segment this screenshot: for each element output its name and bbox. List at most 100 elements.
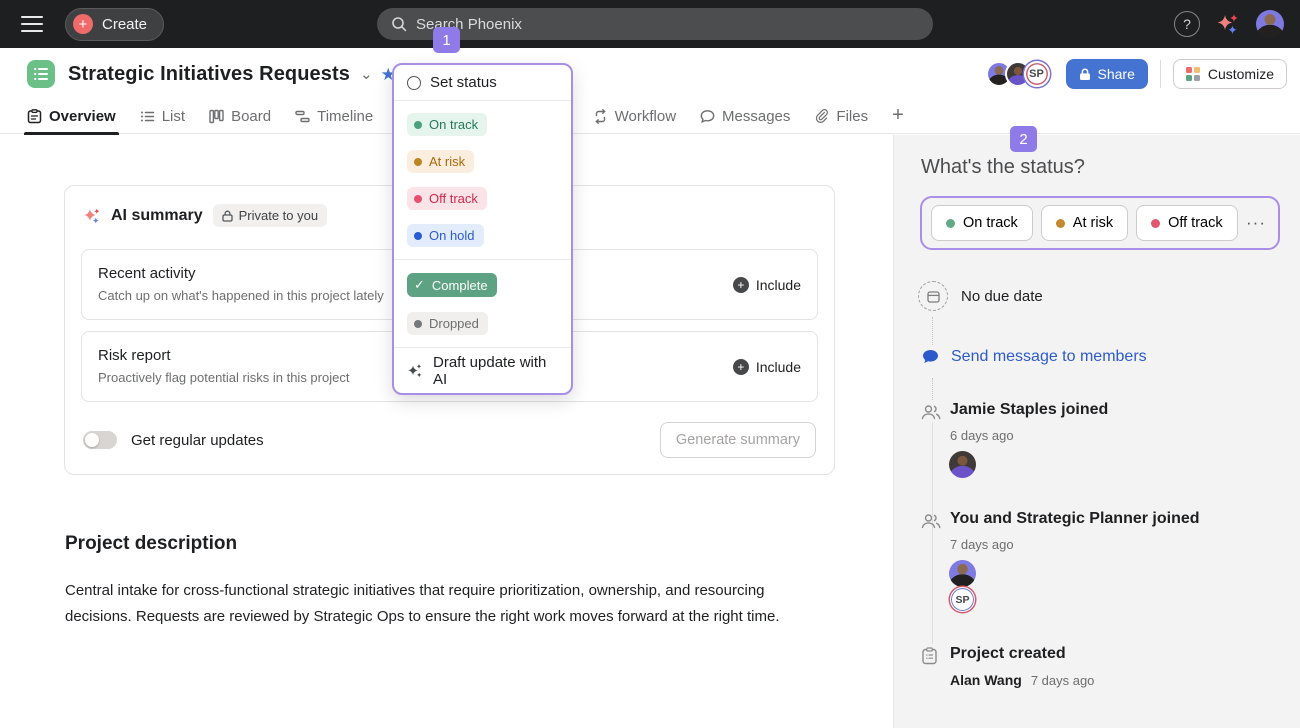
status-sidebar: What's the status? On track At risk Off … (893, 135, 1300, 728)
section-title: Recent activity (98, 265, 196, 282)
tab-list[interactable]: List (140, 100, 185, 134)
due-date-label: No due date (961, 288, 1043, 305)
tab-label: Overview (49, 108, 116, 125)
create-button[interactable]: + Create (65, 8, 164, 41)
regular-updates-toggle[interactable] (83, 431, 117, 449)
feed-item-title: Jamie Staples joined (950, 401, 1108, 419)
help-button[interactable]: ? (1174, 11, 1200, 37)
plus-circle-icon: + (733, 277, 749, 293)
timeline-line (932, 422, 933, 644)
toggle-label: Get regular updates (131, 432, 264, 449)
project-description-text[interactable]: Central intake for cross-functional stra… (65, 578, 805, 630)
dropdown-option-on-track[interactable]: On track (394, 106, 571, 143)
hint-badge-1: 1 (433, 27, 460, 53)
feed-item-time: 6 days ago (950, 428, 1014, 443)
calendar-icon[interactable] (918, 281, 948, 311)
project-icon[interactable] (27, 60, 55, 88)
dropdown-option-complete[interactable]: ✓Complete (394, 265, 571, 305)
lock-icon (1079, 68, 1091, 81)
send-message-label: Send message to members (951, 348, 1147, 366)
top-bar: + Create ? (0, 0, 1300, 48)
share-button[interactable]: Share (1066, 59, 1148, 89)
feed-item-title: You and Strategic Planner joined (950, 510, 1200, 528)
status-button-label: At risk (1073, 215, 1113, 231)
avatar[interactable]: SP (950, 587, 975, 612)
ai-sparkle-icon (83, 207, 101, 225)
option-label: Off track (429, 191, 478, 206)
check-icon: ✓ (414, 277, 425, 293)
green-dot-icon (946, 219, 955, 228)
status-at-risk-button[interactable]: At risk (1041, 205, 1128, 241)
search-input[interactable] (416, 16, 919, 33)
user-avatar[interactable] (1256, 10, 1284, 38)
add-tab-button[interactable]: + (892, 104, 904, 129)
status-options-group: On track At risk Off track ··· (920, 196, 1280, 250)
clipboard-icon (921, 647, 938, 665)
tab-overview[interactable]: Overview (27, 100, 116, 134)
ai-sparkles-icon[interactable] (1216, 12, 1240, 36)
ai-summary-title: AI summary (111, 207, 203, 225)
dropdown-option-dropped[interactable]: Dropped (394, 305, 571, 342)
feed-item-author[interactable]: Alan Wang (950, 672, 1022, 688)
plus-icon: + (73, 14, 93, 34)
status-button-label: On track (963, 215, 1018, 231)
generate-summary-button[interactable]: Generate summary (660, 422, 816, 458)
page-title: Strategic Initiatives Requests (68, 63, 350, 86)
avatar[interactable] (949, 560, 976, 587)
red-dot-icon (414, 195, 422, 203)
hamburger-menu-icon[interactable] (21, 16, 43, 32)
project-description-heading: Project description (65, 533, 237, 555)
timeline-connector (932, 378, 933, 400)
members-icon (921, 404, 941, 420)
more-options-icon[interactable]: ··· (1246, 213, 1266, 233)
customize-button-label: Customize (1208, 66, 1274, 82)
tab-board[interactable]: Board (209, 100, 271, 134)
set-status-dropdown: Set status On track At risk Off track On… (392, 63, 573, 395)
tab-files[interactable]: Files (814, 100, 868, 134)
dropdown-option-on-hold[interactable]: On hold (394, 217, 571, 254)
privacy-badge: Private to you (213, 204, 328, 227)
set-status-option[interactable]: Set status (394, 65, 571, 101)
tab-messages[interactable]: Messages (700, 100, 790, 134)
status-on-track-button[interactable]: On track (931, 205, 1033, 241)
question-mark-icon: ? (1183, 16, 1191, 32)
members-icon (921, 513, 941, 529)
tab-label: Board (231, 108, 271, 125)
create-button-label: Create (102, 16, 147, 33)
feed-item-time: 7 days ago (1031, 673, 1095, 688)
search-bar[interactable] (377, 8, 933, 40)
sparkles-icon (407, 363, 423, 379)
include-button[interactable]: + Include (733, 250, 801, 319)
send-message-link[interactable]: Send message to members (922, 348, 1147, 366)
avatar[interactable] (949, 451, 976, 478)
plus-circle-icon: + (733, 359, 749, 375)
tab-timeline[interactable]: Timeline (295, 100, 373, 134)
dropdown-option-off-track[interactable]: Off track (394, 180, 571, 217)
section-description: Proactively flag potential risks in this… (98, 370, 349, 385)
section-title: Risk report (98, 347, 171, 364)
draft-update-ai-option[interactable]: Draft update with AI (394, 347, 571, 393)
member-avatars[interactable]: SP (986, 61, 1050, 87)
chevron-down-icon[interactable]: ⌄ (360, 67, 373, 82)
timeline-connector (932, 317, 933, 345)
due-date-row[interactable]: No due date (918, 281, 1043, 311)
tab-workflow[interactable]: Workflow (593, 100, 676, 134)
green-dot-icon (414, 121, 422, 129)
blue-dot-icon (414, 232, 422, 240)
dropdown-option-at-risk[interactable]: At risk (394, 143, 571, 180)
feed-item-title: Project created (950, 645, 1066, 663)
status-question: What's the status? (921, 156, 1085, 179)
option-label: On track (429, 117, 478, 132)
privacy-badge-label: Private to you (239, 208, 319, 223)
option-label: At risk (429, 154, 465, 169)
avatar[interactable]: SP (1024, 61, 1050, 87)
customize-grid-icon (1186, 67, 1200, 81)
feed-item-time: 7 days ago (950, 537, 1014, 552)
status-off-track-button[interactable]: Off track (1136, 205, 1238, 241)
customize-button[interactable]: Customize (1173, 59, 1287, 89)
tab-bar: Overview List Board Timeline Dashboard W… (0, 100, 1300, 134)
include-button[interactable]: + Include (733, 332, 801, 401)
lock-icon (222, 210, 233, 222)
share-button-label: Share (1098, 66, 1135, 82)
tab-label: Workflow (615, 108, 676, 125)
